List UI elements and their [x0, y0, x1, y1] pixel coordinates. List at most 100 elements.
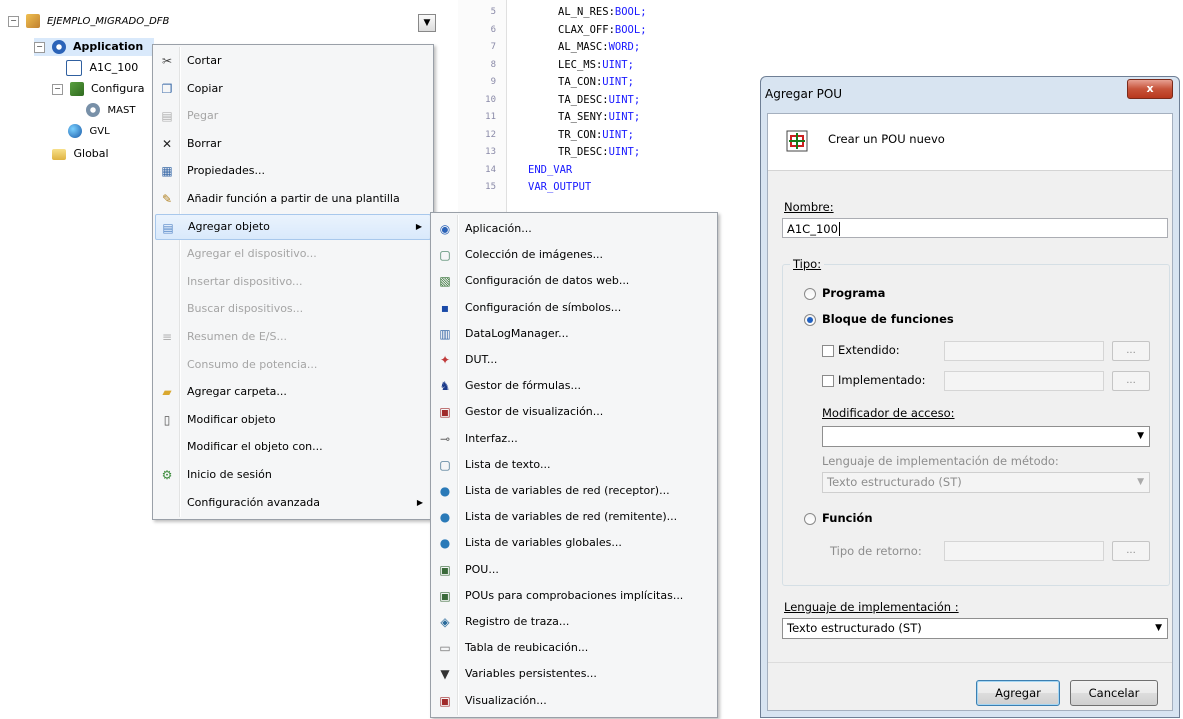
menu-item[interactable]: Buscar dispositivos...: [155, 296, 431, 322]
menu-item[interactable]: ▢ Colección de imágenes...: [433, 242, 715, 268]
menu-item[interactable]: ▤ Pegar: [155, 103, 431, 129]
menu-item[interactable]: ▯ Modificar objeto: [155, 407, 431, 433]
menu-item[interactable]: ◉ Aplicación...: [433, 216, 715, 242]
code-line[interactable]: 8 LEC_MS:UINT;: [458, 57, 728, 73]
menu-item[interactable]: ✎ Añadir función a partir de una plantill…: [155, 186, 431, 212]
menu-item-label: Agregar carpeta...: [187, 385, 287, 399]
implementado-input[interactable]: [944, 371, 1104, 391]
code-line[interactable]: 14 END_VAR: [458, 162, 728, 178]
implementado-browse-button[interactable]: ...: [1112, 371, 1150, 391]
menu-item[interactable]: ▤ Agregar objeto ▶: [155, 213, 431, 240]
menu-item[interactable]: ▣ POUs para comprobaciones implícitas...: [433, 583, 715, 609]
menu-item[interactable]: ● Lista de variables de red (remitente)..…: [433, 504, 715, 530]
menu-item[interactable]: Configuración avanzada ▶: [155, 490, 431, 516]
code-line[interactable]: 7 AL_MASC:WORD;: [458, 39, 728, 55]
menu-item[interactable]: ▣ Visualización...: [433, 688, 715, 714]
close-button[interactable]: x: [1127, 79, 1173, 99]
code-editor[interactable]: 5 AL_N_RES:BOOL; 6 CLAX_OFF:BOOL; 7 AL_MASC:W…: [458, 0, 728, 240]
menu-item[interactable]: ● Lista de variables de red (receptor)...: [433, 478, 715, 504]
menu-item[interactable]: Modificar el objeto con...: [155, 434, 431, 460]
menu-item[interactable]: ▥ DataLogManager...: [433, 321, 715, 347]
menu-item[interactable]: ✕ Borrar: [155, 131, 431, 157]
tipo-retorno-input[interactable]: [944, 541, 1104, 561]
menu-item[interactable]: ❐ Copiar: [155, 76, 431, 102]
menu-item[interactable]: ✂ Cortar: [155, 48, 431, 74]
tree-node-pou[interactable]: A1C_100: [66, 59, 138, 77]
dialog-header: Crear un POU nuevo: [768, 114, 1172, 171]
variable-name: AL_N_RES: [558, 6, 609, 18]
cancelar-button[interactable]: Cancelar: [1070, 680, 1158, 706]
implementado-checkbox[interactable]: [822, 375, 834, 387]
code-line[interactable]: 5 AL_N_RES:BOOL;: [458, 4, 728, 20]
semicolon: ;: [633, 111, 641, 123]
code-line[interactable]: 11 TA_SENY:UINT;: [458, 109, 728, 125]
code-keyword: VAR_OUTPUT: [528, 181, 592, 193]
tree-node-gvl[interactable]: GVL: [68, 122, 110, 140]
menu-item-label: Agregar objeto: [188, 219, 270, 233]
menu-item-label: Tabla de reubicación...: [465, 641, 589, 655]
semicolon: ;: [627, 58, 634, 71]
name-input[interactable]: A1C_100: [782, 218, 1168, 238]
menu-item-label: Buscar dispositivos...: [187, 302, 304, 316]
menu-item[interactable]: ♞ Gestor de fórmulas...: [433, 373, 715, 399]
properties-icon: ▦: [161, 164, 173, 179]
menu-item[interactable]: ⊸ Interfaz...: [433, 426, 715, 452]
menu-item[interactable]: ▰ Agregar carpeta...: [155, 379, 431, 405]
semicolon: ;: [627, 76, 634, 88]
menu-item[interactable]: ▪ Configuración de símbolos...: [433, 295, 715, 321]
code-line[interactable]: 15 VAR_OUTPUT: [458, 179, 728, 195]
programa-radio[interactable]: [804, 288, 816, 300]
collapse-icon[interactable]: −: [8, 15, 19, 27]
tree-node-mast[interactable]: MAST: [86, 101, 135, 119]
bloque-funciones-radio[interactable]: [804, 314, 816, 326]
tree-node-application[interactable]: − Application: [34, 38, 154, 56]
menu-item[interactable]: ≡ Resumen de E/S...: [155, 324, 431, 350]
code-line[interactable]: 13 TR_DESC:UINT;: [458, 144, 728, 160]
extendido-browse-button[interactable]: ...: [1112, 341, 1150, 361]
menu-item[interactable]: ▢ Lista de texto...: [433, 452, 715, 478]
menu-item[interactable]: ● Lista de variables globales...: [433, 530, 715, 556]
menu-item[interactable]: ⚙ Inicio de sesión: [155, 462, 431, 488]
tree-node-project[interactable]: − EJEMPLO_MIGRADO_DFB: [8, 12, 169, 30]
code-line[interactable]: 12 TR_CON:UINT;: [458, 127, 728, 143]
tipo-retorno-browse-button[interactable]: ...: [1112, 541, 1150, 561]
menu-item[interactable]: Insertar dispositivo...: [155, 269, 431, 295]
menu-item[interactable]: ▧ Configuración de datos web...: [433, 268, 715, 294]
lenguaje-select[interactable]: Texto estructurado (ST) ▼: [782, 618, 1168, 639]
modificador-select[interactable]: ▼: [822, 426, 1150, 447]
menu-item-label: Lista de variables globales...: [465, 536, 622, 550]
tree-node-config[interactable]: − Configura: [52, 80, 145, 98]
menu-item[interactable]: ▼ Variables persistentes...: [433, 661, 715, 687]
code-line[interactable]: 6 CLAX_OFF:BOOL;: [458, 22, 728, 38]
menu-item-label: Configuración de símbolos...: [465, 300, 622, 314]
menu-item[interactable]: ▭ Tabla de reubicación...: [433, 635, 715, 661]
menu-item[interactable]: ▦ Propiedades...: [155, 158, 431, 184]
line-number: 10: [485, 94, 496, 105]
collapse-icon[interactable]: −: [52, 83, 63, 95]
lenguaje-metodo-select[interactable]: Texto estructurado (ST) ▼: [822, 472, 1150, 493]
agregar-button[interactable]: Agregar: [976, 680, 1060, 706]
extendido-checkbox[interactable]: [822, 345, 834, 357]
code-line[interactable]: 10 TA_DESC:UINT;: [458, 92, 728, 108]
menu-item[interactable]: ▣ POU...: [433, 557, 715, 583]
pou-icon: ▣: [439, 562, 451, 577]
menu-item-label: Añadir función a partir de una plantilla: [187, 192, 400, 205]
menu-item[interactable]: ◈ Registro de traza...: [433, 609, 715, 635]
collapse-icon[interactable]: −: [34, 41, 45, 53]
dropdown-arrow-icon[interactable]: ▼: [418, 14, 436, 32]
menu-item[interactable]: Agregar el dispositivo...: [155, 241, 431, 267]
menu-item[interactable]: ✦ DUT...: [433, 347, 715, 373]
tipo-retorno-label: Tipo de retorno:: [830, 544, 922, 558]
image-collection-icon: ▢: [439, 248, 451, 263]
code-line[interactable]: 9 TA_CON:UINT;: [458, 74, 728, 90]
line-number: 7: [490, 42, 496, 52]
menu-item[interactable]: Consumo de potencia...: [155, 352, 431, 378]
menu-item-label: Modificar el objeto con...: [187, 440, 323, 454]
menu-item[interactable]: ▣ Gestor de visualización...: [433, 399, 715, 425]
funcion-radio[interactable]: [804, 513, 816, 525]
variable-type: UINT: [608, 146, 634, 158]
extendido-input[interactable]: [944, 341, 1104, 361]
modificador-label: Modificador de acceso:: [822, 406, 955, 420]
menu-item-label: Registro de traza...: [465, 615, 570, 628]
tree-node-global[interactable]: Global: [52, 145, 109, 163]
